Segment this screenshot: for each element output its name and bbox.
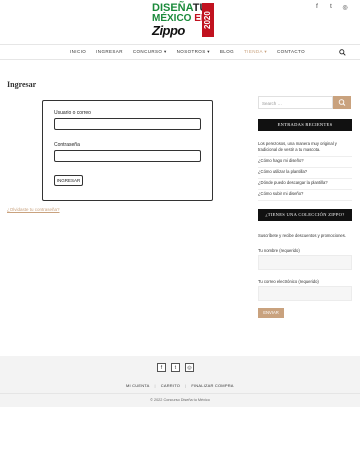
footer-social-links: f t ◎: [157, 363, 194, 372]
nav-item-concurso[interactable]: CONCURSO ▾: [133, 49, 167, 55]
nav-item-blog[interactable]: BLOG: [220, 49, 234, 55]
recent-post-item[interactable]: ¿Dónde puedo descargar la plantilla?: [258, 179, 352, 190]
site-header: DISEÑATU MÉXICO EN Zippo 2020 f t ◎: [0, 0, 360, 44]
footer-divider: [0, 393, 360, 394]
footer-link-mi-cuenta[interactable]: MI CUENTA: [126, 383, 150, 388]
sidebar-search: Search …: [258, 96, 352, 109]
login-button[interactable]: INGRESAR: [54, 175, 83, 186]
copyright-text: © 2022 Concurso Diseña tu México: [150, 398, 210, 402]
email-input[interactable]: [258, 286, 352, 301]
newsletter-title: ¿TIENES UNA COLECCIÓN ZIPPO?: [258, 209, 352, 221]
sidebar-search-input[interactable]: Search …: [258, 96, 333, 109]
name-input[interactable]: [258, 255, 352, 270]
recent-post-item[interactable]: Los perezosos, una manera muy original y…: [258, 140, 352, 157]
search-icon[interactable]: [339, 49, 346, 56]
footer-menu: MI CUENTA | CARRITO | FINALIZAR COMPRA: [126, 383, 234, 388]
page-title: Ingresar: [7, 80, 37, 89]
send-button[interactable]: ENVIAR: [258, 308, 284, 318]
header-social-links: f t ◎: [314, 4, 348, 11]
instagram-icon[interactable]: ◎: [342, 4, 348, 11]
nav-menu: INICIO INGRESAR CONCURSO ▾ NOSOTROS ▾ BL…: [70, 49, 315, 55]
nav-item-nosotros[interactable]: NOSOTROS ▾: [177, 49, 210, 55]
instagram-icon[interactable]: ◎: [185, 363, 194, 372]
username-input[interactable]: [54, 118, 201, 130]
sidebar-search-button[interactable]: [333, 96, 351, 109]
twitter-icon[interactable]: t: [328, 4, 334, 11]
footer-link-carrito[interactable]: CARRITO: [161, 383, 180, 388]
page-bottom-space: [0, 407, 360, 463]
name-field-label: Tu nombre (requerido): [258, 248, 300, 253]
username-label: Usuario o correo: [54, 110, 91, 116]
password-label: Contraseña: [54, 142, 80, 148]
search-icon: [338, 99, 346, 106]
newsletter-description: Suscríbete y recibe descuentos y promoci…: [258, 233, 346, 238]
facebook-icon[interactable]: f: [157, 363, 166, 372]
footer-separator: |: [185, 383, 187, 388]
password-input[interactable]: [54, 150, 201, 162]
lost-password-link[interactable]: ¿Olvidaste tu contraseña?: [7, 207, 60, 212]
nav-item-tienda[interactable]: TIENDA ▾: [244, 49, 267, 55]
nav-item-inicio[interactable]: INICIO: [70, 49, 86, 55]
recent-post-item[interactable]: ¿Cómo subir mi diseño?: [258, 190, 352, 201]
nav-item-ingresar[interactable]: INGRESAR: [96, 49, 123, 55]
recent-posts-title: ENTRADAS RECIENTES: [258, 119, 352, 131]
nav-item-contacto[interactable]: CONTACTO: [277, 49, 305, 55]
logo-year-badge: 2020: [202, 3, 214, 37]
logo-text-zippo: Zippo: [152, 23, 185, 38]
footer-separator: |: [154, 383, 156, 388]
footer-link-finalizar-compra[interactable]: FINALIZAR COMPRA: [191, 383, 233, 388]
twitter-icon[interactable]: t: [171, 363, 180, 372]
recent-post-item[interactable]: ¿Cómo utilizar la plantilla?: [258, 168, 352, 179]
facebook-icon[interactable]: f: [314, 4, 320, 11]
main-navigation: INICIO INGRESAR CONCURSO ▾ NOSOTROS ▾ BL…: [0, 44, 360, 60]
site-logo[interactable]: DISEÑATU MÉXICO EN Zippo 2020: [152, 3, 214, 39]
recent-posts-list: Los perezosos, una manera muy original y…: [258, 140, 352, 201]
email-field-label: Tu correo electrónico (requerido): [258, 279, 319, 284]
recent-post-item[interactable]: ¿Cómo hago mi diseño?: [258, 157, 352, 168]
login-form: Usuario o correo Contraseña INGRESAR: [42, 100, 213, 201]
